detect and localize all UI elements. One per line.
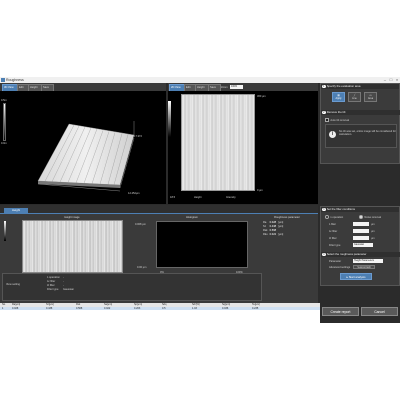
- histogram-bottom-label: 0.00 μm: [137, 266, 147, 269]
- height-readout-label: Height: [194, 196, 202, 199]
- roughness-parameter-header: Roughness parameter: [274, 216, 300, 219]
- coord-readout: 18.5: [170, 196, 176, 199]
- right-view-toolbar: 2D View Edit Height Save Zoom 100%: [168, 83, 318, 92]
- advanced-settings-label: Advanced settings: [329, 266, 351, 269]
- filter-summary-label: λc filter: [47, 280, 56, 283]
- parameter-select[interactable]: Height Parameters: [353, 259, 383, 263]
- cancel-button[interactable]: Cancel: [361, 307, 398, 316]
- result-height-image: [22, 220, 123, 273]
- lambdaf-filter-input[interactable]: [353, 236, 369, 240]
- lambdac-filter-input[interactable]: [353, 229, 369, 233]
- auto-tilt-checkbox[interactable]: Auto tilt removal: [325, 118, 349, 123]
- zoom-select[interactable]: 100%: [230, 85, 243, 89]
- evaluation-settings-panel: 1 Specify the evaluation area ▦ Apply ╱ Lin…: [320, 83, 400, 164]
- table-cell: 0.5: [162, 306, 166, 310]
- x-origin-label: 0 μm: [257, 189, 263, 192]
- histogram-header: Histogram: [186, 216, 198, 219]
- lambda-operation-radio[interactable]: λ operation: [325, 215, 343, 220]
- lambdac-filter-unit: μm: [371, 230, 375, 233]
- histogram-top-label: 0.008 μm: [135, 223, 146, 226]
- left-3d-view[interactable]: 0.5m 0.0m 17.372 12.252μm: [0, 91, 166, 204]
- apply-area-button[interactable]: ▦ Apply: [332, 92, 345, 102]
- filter-summary-value: Gaussian: [63, 288, 74, 291]
- lightbulb-icon: i: [329, 131, 336, 138]
- support-edit-button[interactable]: Support Edit: [353, 265, 375, 269]
- table-cell: 1: [2, 306, 4, 310]
- result-panel: Height Height image Histogram Roughness …: [0, 205, 318, 303]
- height-image: [181, 94, 255, 191]
- table-cell: 0.438: [46, 306, 53, 310]
- tilt-info-box: i No tilt was set, entire image will be …: [325, 124, 397, 148]
- auto-tilt-check-icon[interactable]: [325, 118, 330, 123]
- start-analysis-button[interactable]: ▸ Start analysis: [340, 273, 372, 280]
- intensity-readout-label: Intensity: [226, 196, 236, 199]
- z-axis-label: 17.372: [134, 135, 142, 138]
- filter-summary-value: -: [63, 284, 64, 287]
- y-extent-label: 360 μm: [257, 95, 266, 98]
- section-evaluation-area-title: Specify the evaluation area: [326, 84, 361, 88]
- section-evaluation-area-header: 1 Specify the evaluation area: [321, 84, 399, 89]
- create-report-button[interactable]: Create report: [322, 307, 359, 316]
- result-scale-bar: [4, 221, 6, 241]
- zoom-label: Zoom: [221, 85, 228, 89]
- section-filter-title: Set the filter conditions: [326, 207, 355, 211]
- surface-3d-render: [37, 121, 135, 192]
- roughness-app-window: Roughness – □ × 3D View Edit Height Save…: [0, 77, 400, 323]
- lambda-filter-label: λ filter: [329, 223, 336, 226]
- roughness-param-table: Ra 0.028 [μm] Sz 0.438 [μm] Rsk 0.568 Rku 0.02…: [262, 221, 284, 236]
- lambda-filter-unit: μm: [371, 223, 375, 226]
- left-view-toolbar: 3D View Edit Height Save: [0, 83, 166, 92]
- tilt-info-text: No tilt was set, entire image will be co…: [339, 130, 396, 137]
- filter-summary-label: Filter type: [47, 288, 59, 291]
- results-table: No. Ra[μm] Sz[μm] Rsk Sa[μm] Sp[μm] Sdq …: [0, 303, 320, 323]
- table-cell: 0.028: [12, 306, 19, 310]
- table-cell: 0.568: [76, 306, 83, 310]
- filter-summary-value: -: [63, 280, 64, 283]
- table-row[interactable]: 1 0.028 0.438 0.568 0.022 0.203 0.5 1.03…: [0, 306, 320, 310]
- parameter-label: Parameter: [329, 260, 342, 263]
- filter-type-select[interactable]: Gaussian: [353, 243, 373, 247]
- table-cell: 0.036: [222, 306, 229, 310]
- lambda-filter-input[interactable]: [353, 222, 369, 226]
- intensity-scale-bar: [168, 101, 171, 137]
- table-cell: 1.03: [192, 306, 197, 310]
- section-tilt-title: Remove the tilt: [326, 110, 346, 114]
- table-cell: 0.235: [252, 306, 259, 310]
- height-image-header: Height image: [64, 216, 80, 219]
- table-cell: 0.022: [104, 306, 111, 310]
- view-setting-label: View setting: [6, 283, 20, 286]
- histogram-plot: [156, 221, 248, 268]
- area-select-button[interactable]: ▭ Area: [364, 92, 377, 102]
- app-icon: [1, 78, 5, 82]
- section-filter-header: 3 Set the filter conditions: [321, 207, 399, 212]
- x-axis-label: 12.252μm: [128, 192, 140, 195]
- right-2d-view[interactable]: 360 μm 0 μm 18.5 Height Intensity: [168, 91, 318, 204]
- filter-summary-label: λf filter: [47, 284, 55, 287]
- lambdaf-filter-unit: μm: [371, 237, 375, 240]
- param-row: Rku 0.022 [μm]: [263, 232, 284, 236]
- filter-type-label: Filter type: [329, 244, 341, 247]
- param-row: Sz 0.438 [μm]: [263, 225, 284, 229]
- section-parameter-title: Select the roughness parameter: [326, 252, 367, 256]
- line-area-button[interactable]: ╱ Line: [348, 92, 361, 102]
- lambdaf-filter-label: λf filter: [329, 237, 337, 240]
- action-bar: Create report Cancel: [320, 303, 400, 323]
- noise-removal-radio[interactable]: Noise removal: [359, 215, 381, 220]
- filter-settings-panel: 3 Set the filter conditions λ operation N…: [320, 206, 400, 286]
- filter-summary-label: λ operation: [47, 276, 60, 279]
- filter-summary-value: -: [63, 276, 64, 279]
- section-parameter-header: 4 Select the roughness parameter: [321, 252, 400, 257]
- section-tilt-header: 2 Remove the tilt: [321, 110, 400, 115]
- table-cell: 0.203: [134, 306, 141, 310]
- view-setting-box: View setting λ operation - λc filter - λ…: [2, 273, 262, 301]
- lambdac-filter-label: λc filter: [329, 230, 338, 233]
